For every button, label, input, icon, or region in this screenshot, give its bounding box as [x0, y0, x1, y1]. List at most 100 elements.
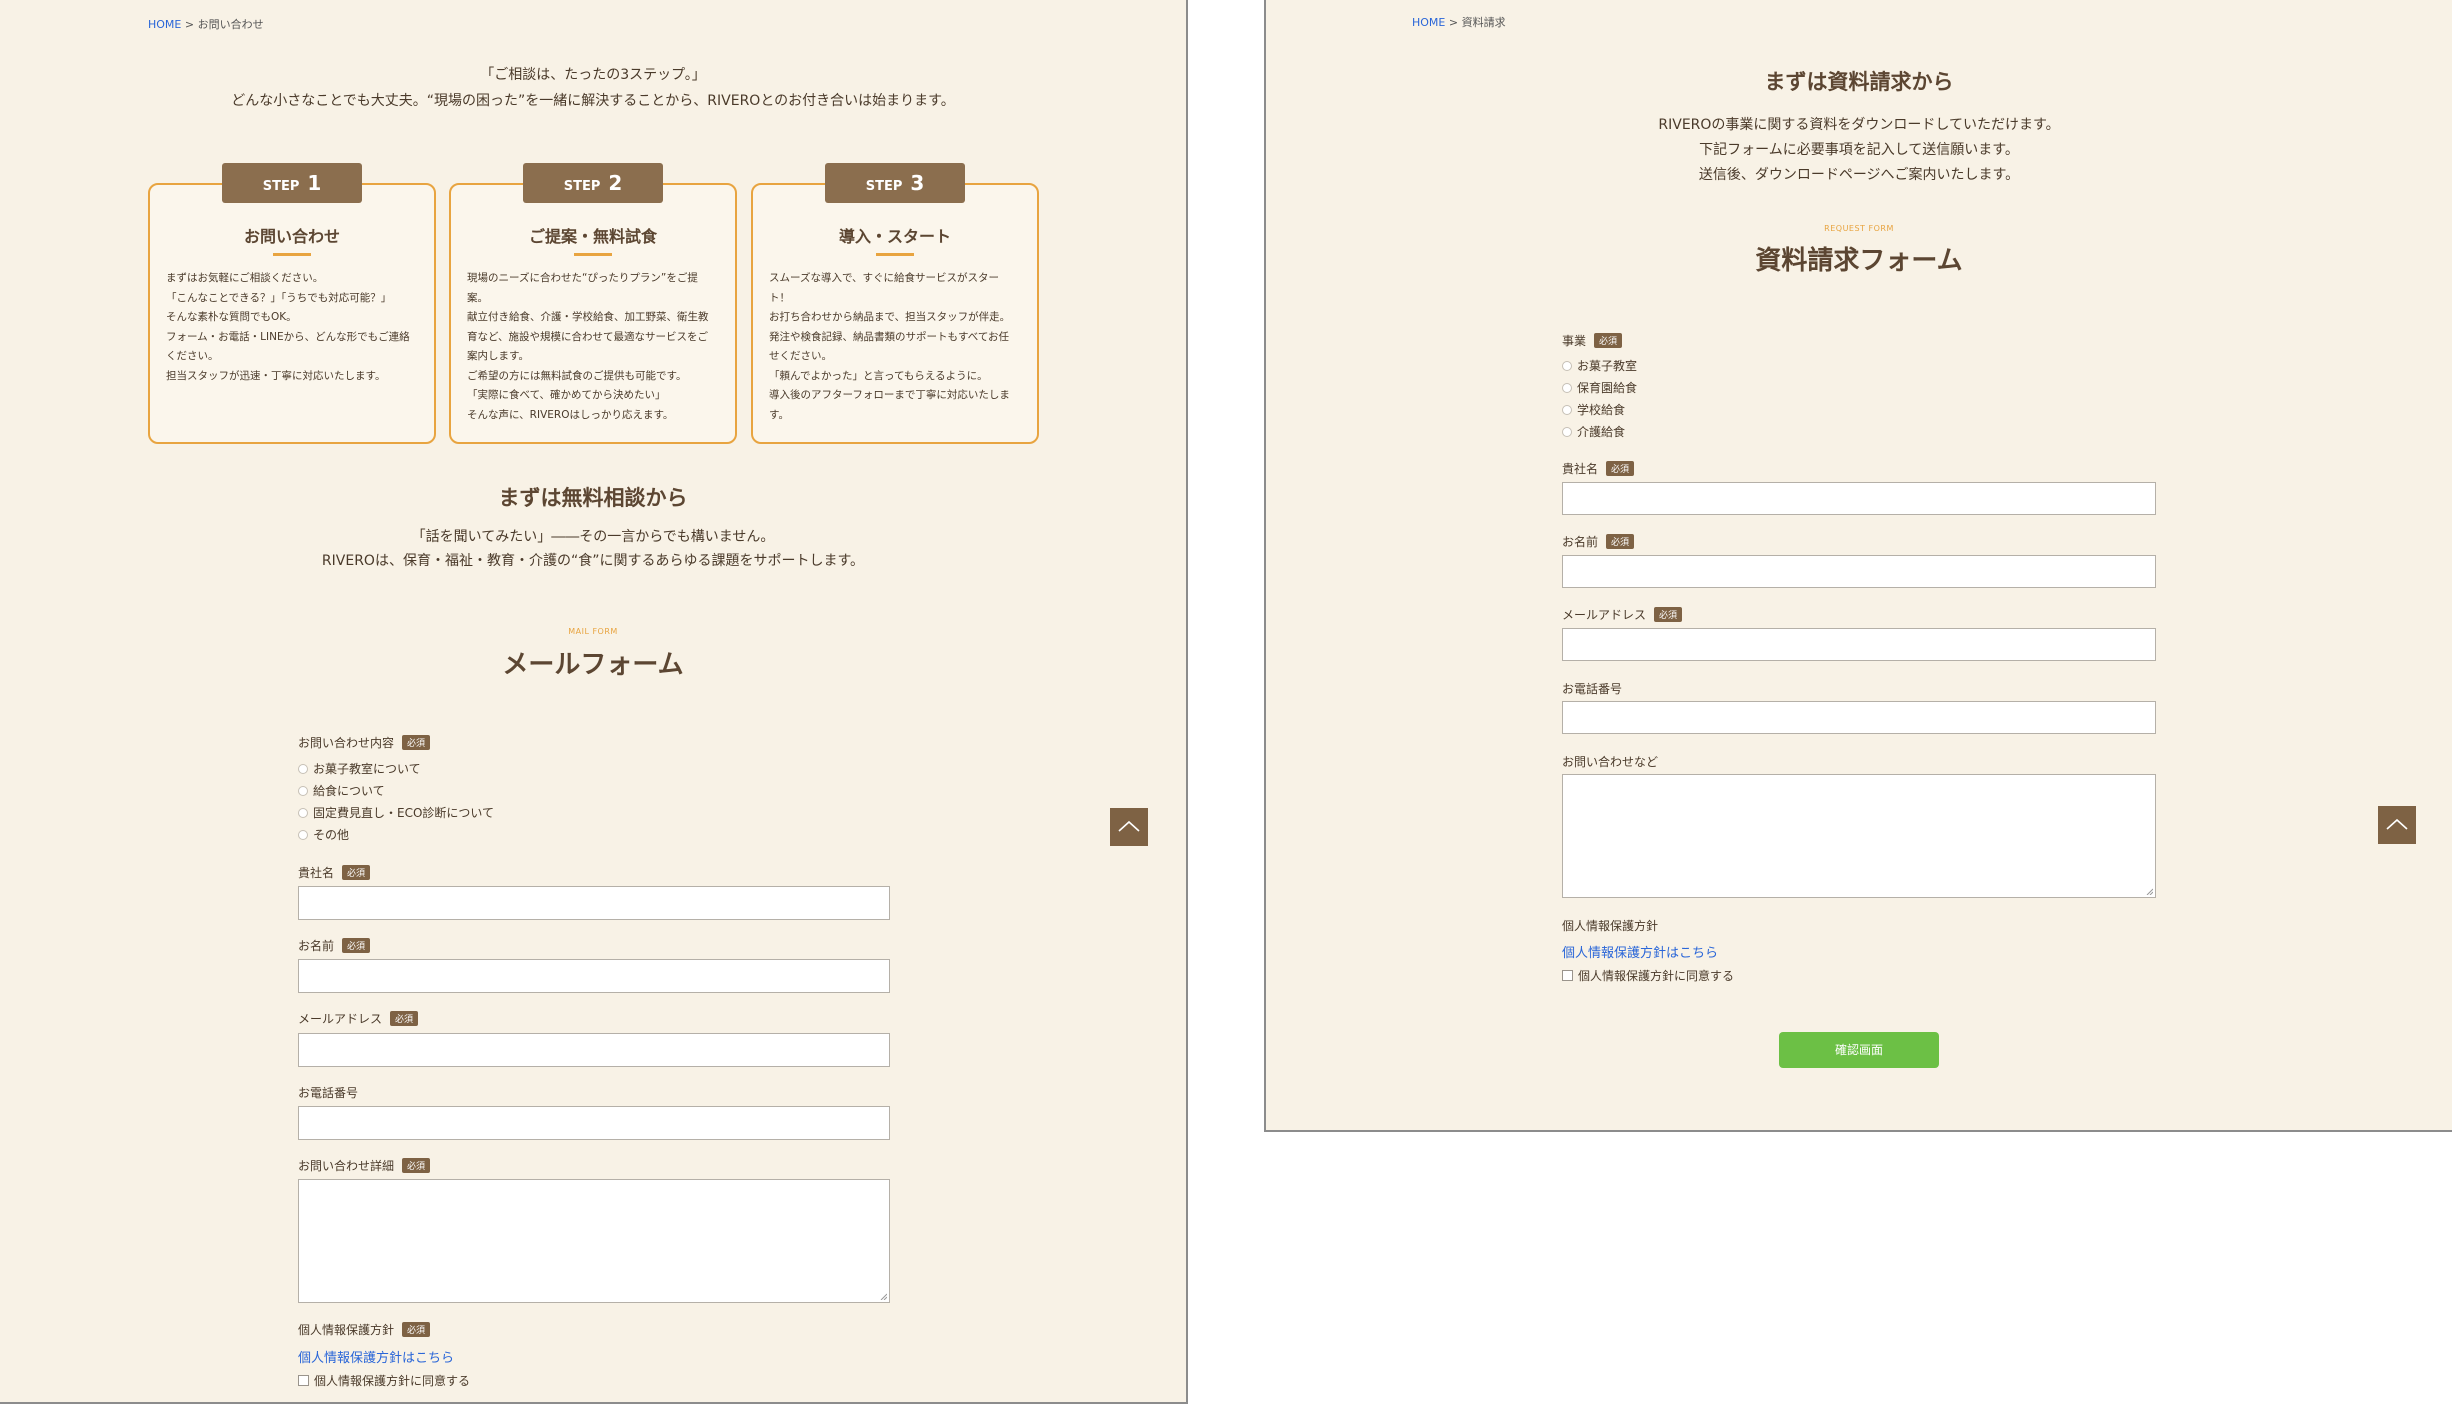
form-subtitle: REQUEST FORM — [1824, 224, 1894, 233]
form-title: メールフォーム — [502, 650, 684, 680]
required-badge: 必須 — [1654, 607, 1683, 622]
consult-line-2: RIVEROは、保育・福祉・教育・介護の“食”に関するあらゆる課題をサポートしま… — [321, 553, 865, 569]
inquiry-option-2[interactable]: 給食について — [298, 782, 385, 799]
breadcrumb: HOME > お問い合わせ — [148, 16, 264, 32]
step-card-2: ご提案・無料試食 現場のニーズに合わせた“ぴったりプラン”をご提 案。 献立付き… — [449, 183, 737, 444]
inquiry-option-1[interactable]: お菓子教室について — [298, 760, 421, 777]
radio-button[interactable] — [1562, 427, 1572, 437]
name-label: お名前 必須 — [1562, 533, 1635, 550]
radio-label: 学校給食 — [1577, 403, 1626, 417]
radio-button[interactable] — [298, 808, 308, 818]
name-input[interactable] — [1562, 555, 2156, 588]
privacy-agree-row[interactable]: 個人情報保護方針に同意する — [298, 1372, 470, 1389]
email-label: メールアドレス 必須 — [298, 1010, 419, 1027]
privacy-agree-label: 個人情報保護方針に同意する — [314, 1374, 471, 1388]
radio-button[interactable] — [298, 786, 308, 796]
form-subtitle: MAIL FORM — [568, 627, 618, 636]
required-badge: 必須 — [390, 1011, 419, 1026]
company-input[interactable] — [298, 886, 890, 920]
name-label-text: お名前 — [298, 939, 335, 953]
step-underline — [574, 253, 612, 256]
step-title: 導入・スタート — [838, 227, 951, 246]
phone-input[interactable] — [298, 1106, 890, 1140]
phone-label: お電話番号 — [298, 1086, 359, 1100]
form-title: 資料請求フォーム — [1755, 246, 1963, 276]
radio-button[interactable] — [298, 764, 308, 774]
step-title: ご提案・無料試食 — [528, 227, 657, 246]
name-input[interactable] — [298, 959, 890, 993]
required-badge: 必須 — [1606, 534, 1635, 549]
phone-input[interactable] — [1562, 701, 2156, 734]
confirm-button[interactable]: 確認画面 — [1779, 1032, 1939, 1068]
privacy-label: 個人情報保護方針 — [1562, 919, 1659, 933]
email-label-text: メールアドレス — [298, 1012, 383, 1026]
privacy-agree-row[interactable]: 個人情報保護方針に同意する — [1562, 967, 1734, 984]
radio-label: お菓子教室 — [1577, 359, 1638, 373]
intro-line-3: 送信後、ダウンロードページへご案内いたします。 — [1698, 167, 2020, 183]
radio-button[interactable] — [1562, 361, 1572, 371]
name-label: お名前 必須 — [298, 937, 371, 954]
privacy-label: 個人情報保護方針 必須 — [298, 1321, 431, 1338]
company-input[interactable] — [1562, 482, 2156, 515]
breadcrumb: HOME > 資料請求 — [1412, 14, 1506, 30]
breadcrumb-current: 資料請求 — [1461, 16, 1506, 29]
consult-line-1: 「話を聞いてみたい」――その一言からでも構いません。 — [411, 529, 775, 545]
privacy-label-text: 個人情報保護方針 — [298, 1323, 395, 1337]
detail-label-text: お問い合わせ詳細 — [298, 1159, 395, 1173]
required-badge: 必須 — [342, 938, 371, 953]
radio-label: 介護給食 — [1577, 425, 1626, 439]
step-body: スムーズな導入で、すぐに給食サービスがスター ト！ お打ち合わせから納品まで、担… — [769, 272, 1011, 421]
required-badge: 必須 — [1606, 461, 1635, 476]
resize-grip-icon[interactable] — [2145, 887, 2153, 895]
required-badge: 必須 — [402, 1158, 431, 1173]
radio-button[interactable] — [1562, 383, 1572, 393]
step-number: 2 — [608, 171, 623, 195]
business-label-text: 事業 — [1562, 334, 1587, 348]
company-label-text: 貴社名 — [298, 866, 335, 880]
privacy-agree-label: 個人情報保護方針に同意する — [1578, 969, 1735, 983]
privacy-policy-link[interactable]: 個人情報保護方針はこちら — [1562, 942, 1718, 961]
business-option-1[interactable]: お菓子教室 — [1562, 357, 1637, 374]
radio-label: 給食について — [313, 784, 385, 798]
email-label-text: メールアドレス — [1562, 608, 1647, 622]
email-input[interactable] — [298, 1033, 890, 1067]
privacy-agree-checkbox[interactable] — [298, 1375, 309, 1386]
required-badge: 必須 — [1594, 333, 1623, 348]
radio-label: 保育園給食 — [1577, 381, 1638, 395]
business-option-3[interactable]: 学校給食 — [1562, 401, 1625, 418]
inquiry-option-4[interactable]: その他 — [298, 826, 349, 843]
step-label: STEP — [262, 179, 300, 194]
company-label-text: 貴社名 — [1562, 462, 1599, 476]
radio-button[interactable] — [1562, 405, 1572, 415]
step-underline — [876, 253, 914, 256]
step-label: STEP — [563, 179, 601, 194]
breadcrumb-home-link[interactable]: HOME — [148, 18, 181, 31]
step-body: 現場のニーズに合わせた“ぴったりプラン”をご提 案。 献立付き給食、介護・学校給… — [467, 272, 709, 421]
step-body: まずはお気軽にご相談ください。 「こんなことできる？」「うちでも対応可能？」 そ… — [166, 272, 410, 382]
privacy-policy-link[interactable]: 個人情報保護方針はこちら — [298, 1347, 454, 1366]
intro-line-2: どんな小さなことでも大丈夫。“現場の困った”を一緒に解決することから、RIVER… — [231, 93, 955, 109]
radio-button[interactable] — [298, 830, 308, 840]
company-label: 貴社名 必須 — [298, 864, 371, 881]
breadcrumb-separator: > — [1445, 16, 1462, 29]
email-input[interactable] — [1562, 628, 2156, 661]
step-number: 1 — [307, 171, 322, 195]
back-to-top-button[interactable] — [1110, 808, 1148, 846]
privacy-agree-checkbox[interactable] — [1562, 970, 1573, 981]
inquiry-textarea[interactable] — [1562, 774, 2156, 898]
breadcrumb-separator: > — [181, 18, 198, 31]
phone-label: お電話番号 — [1562, 682, 1623, 696]
business-option-2[interactable]: 保育園給食 — [1562, 379, 1637, 396]
breadcrumb-home-link[interactable]: HOME — [1412, 16, 1445, 29]
back-to-top-button[interactable] — [2378, 806, 2416, 844]
step-card-3: 導入・スタート スムーズな導入で、すぐに給食サービスがスター ト！ お打ち合わせ… — [751, 183, 1039, 444]
inquiry-option-3[interactable]: 固定費見直し・ECO診断について — [298, 804, 494, 821]
intro-line-1: RIVEROの事業に関する資料をダウンロードしていただけます。 — [1658, 117, 2060, 133]
resize-grip-icon[interactable] — [879, 1292, 887, 1300]
email-label: メールアドレス 必須 — [1562, 606, 1683, 623]
request-page: HOME > 資料請求 まずは資料請求から RIVEROの事業に関する資料をダウ… — [1264, 0, 2452, 1132]
step-tab-1: STEP 1 — [222, 163, 362, 203]
detail-textarea[interactable] — [298, 1179, 890, 1303]
step-number: 3 — [910, 171, 925, 195]
business-option-4[interactable]: 介護給食 — [1562, 423, 1625, 440]
